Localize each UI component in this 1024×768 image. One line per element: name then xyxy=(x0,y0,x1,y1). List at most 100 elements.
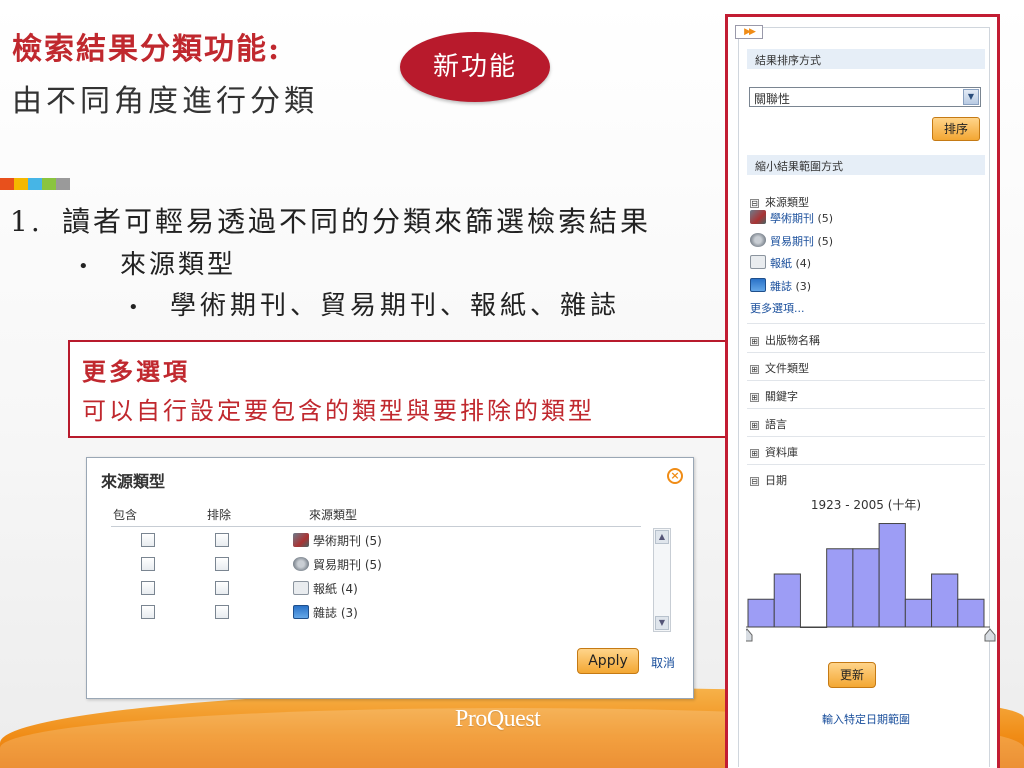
slide-title: 檢索結果分類功能: xyxy=(12,32,282,67)
source-type-name: 雜誌 xyxy=(313,606,338,620)
source-count: (5) xyxy=(364,558,382,572)
table-row: 學術期刊 (5) xyxy=(87,530,647,552)
source-label: 貿易期刊 (5) xyxy=(293,556,382,573)
facet-label: 日期 xyxy=(765,474,787,487)
facet-keyword[interactable]: ⊞ 關鍵字 xyxy=(750,388,798,404)
facet-item-magazine[interactable]: 雜誌 (3) xyxy=(750,278,811,294)
histogram-bar[interactable] xyxy=(747,598,775,628)
color-bar-swatch xyxy=(0,178,14,190)
expand-icon[interactable]: ⊞ xyxy=(750,337,759,346)
color-bar-swatch xyxy=(28,178,42,190)
update-button[interactable]: 更新 xyxy=(828,662,876,688)
sort-button[interactable]: 排序 xyxy=(932,117,980,141)
histogram-bar[interactable] xyxy=(904,598,933,628)
expand-icon[interactable]: ⊞ xyxy=(750,393,759,402)
scholarly-journal-icon xyxy=(293,533,309,547)
bullet-number: 1. xyxy=(10,205,43,238)
facet-item-label: 學術期刊 xyxy=(770,212,814,225)
expand-panel-icon[interactable]: ▶▶ xyxy=(735,25,763,39)
close-icon[interactable]: × xyxy=(667,468,683,484)
facet-item-count: (4) xyxy=(795,257,812,270)
facet-label: 文件類型 xyxy=(765,362,809,375)
magazine-icon xyxy=(750,278,766,292)
range-end-handle[interactable] xyxy=(984,628,996,642)
date-range-label: 1923 - 2005 (十年) xyxy=(810,498,922,512)
bullet-dot: • xyxy=(128,296,143,318)
bullet-text: 學術期刊、貿易期刊、報紙、雜誌 xyxy=(170,291,621,321)
facet-item-scholarly[interactable]: 學術期刊 (5) xyxy=(750,210,833,226)
source-count: (5) xyxy=(364,534,382,548)
exclude-checkbox-trade[interactable] xyxy=(215,557,229,571)
facet-source-type[interactable]: ⊟ 來源類型 xyxy=(750,194,809,210)
newspaper-icon xyxy=(293,581,309,595)
sort-select[interactable]: 關聯性 ▼ xyxy=(749,87,981,107)
facet-language[interactable]: ⊞ 語言 xyxy=(750,416,787,432)
apply-button[interactable]: Apply xyxy=(577,648,639,674)
exclude-checkbox-magazine[interactable] xyxy=(215,605,229,619)
include-checkbox-scholarly[interactable] xyxy=(141,533,155,547)
histogram-bar[interactable] xyxy=(931,573,959,628)
facet-item-label: 報紙 xyxy=(770,257,792,270)
facet-item-newspaper[interactable]: 報紙 (4) xyxy=(750,255,811,271)
collapse-icon[interactable]: ⊟ xyxy=(750,477,759,486)
expand-icon[interactable]: ⊞ xyxy=(750,365,759,374)
expand-icon[interactable]: ⊞ xyxy=(750,421,759,430)
scroll-down-icon[interactable]: ▼ xyxy=(655,616,669,630)
date-histogram[interactable] xyxy=(746,515,996,649)
color-bar-swatch xyxy=(56,178,70,190)
histogram-bar[interactable] xyxy=(773,573,801,628)
histogram-bar[interactable] xyxy=(852,548,880,628)
table-row: 貿易期刊 (5) xyxy=(87,554,647,576)
source-type-name: 貿易期刊 xyxy=(313,558,362,572)
facet-label: 來源類型 xyxy=(765,196,809,209)
exclude-checkbox-scholarly[interactable] xyxy=(215,533,229,547)
cancel-link[interactable]: 取消 xyxy=(651,654,675,671)
facet-date[interactable]: ⊟ 日期 xyxy=(750,472,787,488)
divider xyxy=(747,408,985,409)
collapse-icon[interactable]: ⊟ xyxy=(750,199,759,208)
callout-title: 更多選項 xyxy=(82,357,190,386)
include-checkbox-trade[interactable] xyxy=(141,557,155,571)
narrow-section-header: 縮小結果範圍方式 xyxy=(747,155,985,175)
source-type-dialog: 來源類型 × 包含 排除 來源類型 學術期刊 (5) 貿易期刊 (5) 報紙 (… xyxy=(86,457,694,699)
bullet-level-2: • 來源類型 xyxy=(78,244,651,281)
facet-label: 資料庫 xyxy=(765,446,798,459)
bullet-level-3: • 學術期刊、貿易期刊、報紙、雜誌 xyxy=(128,285,651,322)
exclude-checkbox-newspaper[interactable] xyxy=(215,581,229,595)
more-options-link[interactable]: 更多選項... xyxy=(750,300,805,316)
histogram-bar[interactable] xyxy=(878,523,906,628)
include-checkbox-newspaper[interactable] xyxy=(141,581,155,595)
table-row: 雜誌 (3) xyxy=(87,602,647,624)
color-bar-swatch xyxy=(14,178,28,190)
newspaper-icon xyxy=(750,255,766,269)
facet-document-type[interactable]: ⊞ 文件類型 xyxy=(750,360,809,376)
histogram-bar[interactable] xyxy=(826,548,854,628)
range-start-handle[interactable] xyxy=(746,628,753,642)
table-row: 報紙 (4) xyxy=(87,578,647,600)
facet-label: 出版物名稱 xyxy=(765,334,820,347)
facet-item-count: (5) xyxy=(817,235,834,248)
chevron-down-icon[interactable]: ▼ xyxy=(963,89,979,105)
source-label: 學術期刊 (5) xyxy=(293,532,382,549)
bullet-text: 來源類型 xyxy=(120,250,237,280)
divider xyxy=(747,436,985,437)
source-label: 報紙 (4) xyxy=(293,580,358,597)
source-type-column-header: 來源類型 xyxy=(309,508,358,522)
bullet-list: 1. 讀者可輕易透過不同的分類來篩選檢索結果 • 來源類型 • 學術期刊、貿易期刊、報… xyxy=(10,200,651,322)
histogram-bar[interactable] xyxy=(799,626,828,628)
new-feature-badge: 新功能 xyxy=(400,32,550,102)
sort-select-value: 關聯性 xyxy=(754,92,791,106)
include-checkbox-magazine[interactable] xyxy=(141,605,155,619)
specific-date-range-link[interactable]: 輸入特定日期範圍 xyxy=(747,711,985,727)
expand-icon[interactable]: ⊞ xyxy=(750,449,759,458)
facet-publication-title[interactable]: ⊞ 出版物名稱 xyxy=(750,332,820,348)
dialog-scrollbar[interactable]: ▲ ▼ xyxy=(653,528,671,632)
dialog-title: 來源類型 xyxy=(101,472,166,491)
facet-database[interactable]: ⊞ 資料庫 xyxy=(750,444,798,460)
histogram-bar[interactable] xyxy=(957,598,985,628)
scroll-up-icon[interactable]: ▲ xyxy=(655,530,669,544)
bullet-text: 讀者可輕易透過不同的分類來篩選檢索結果 xyxy=(62,205,652,238)
color-bar xyxy=(0,178,70,190)
proquest-logo: ProQuest xyxy=(455,706,541,732)
facet-item-trade[interactable]: 貿易期刊 (5) xyxy=(750,233,833,249)
